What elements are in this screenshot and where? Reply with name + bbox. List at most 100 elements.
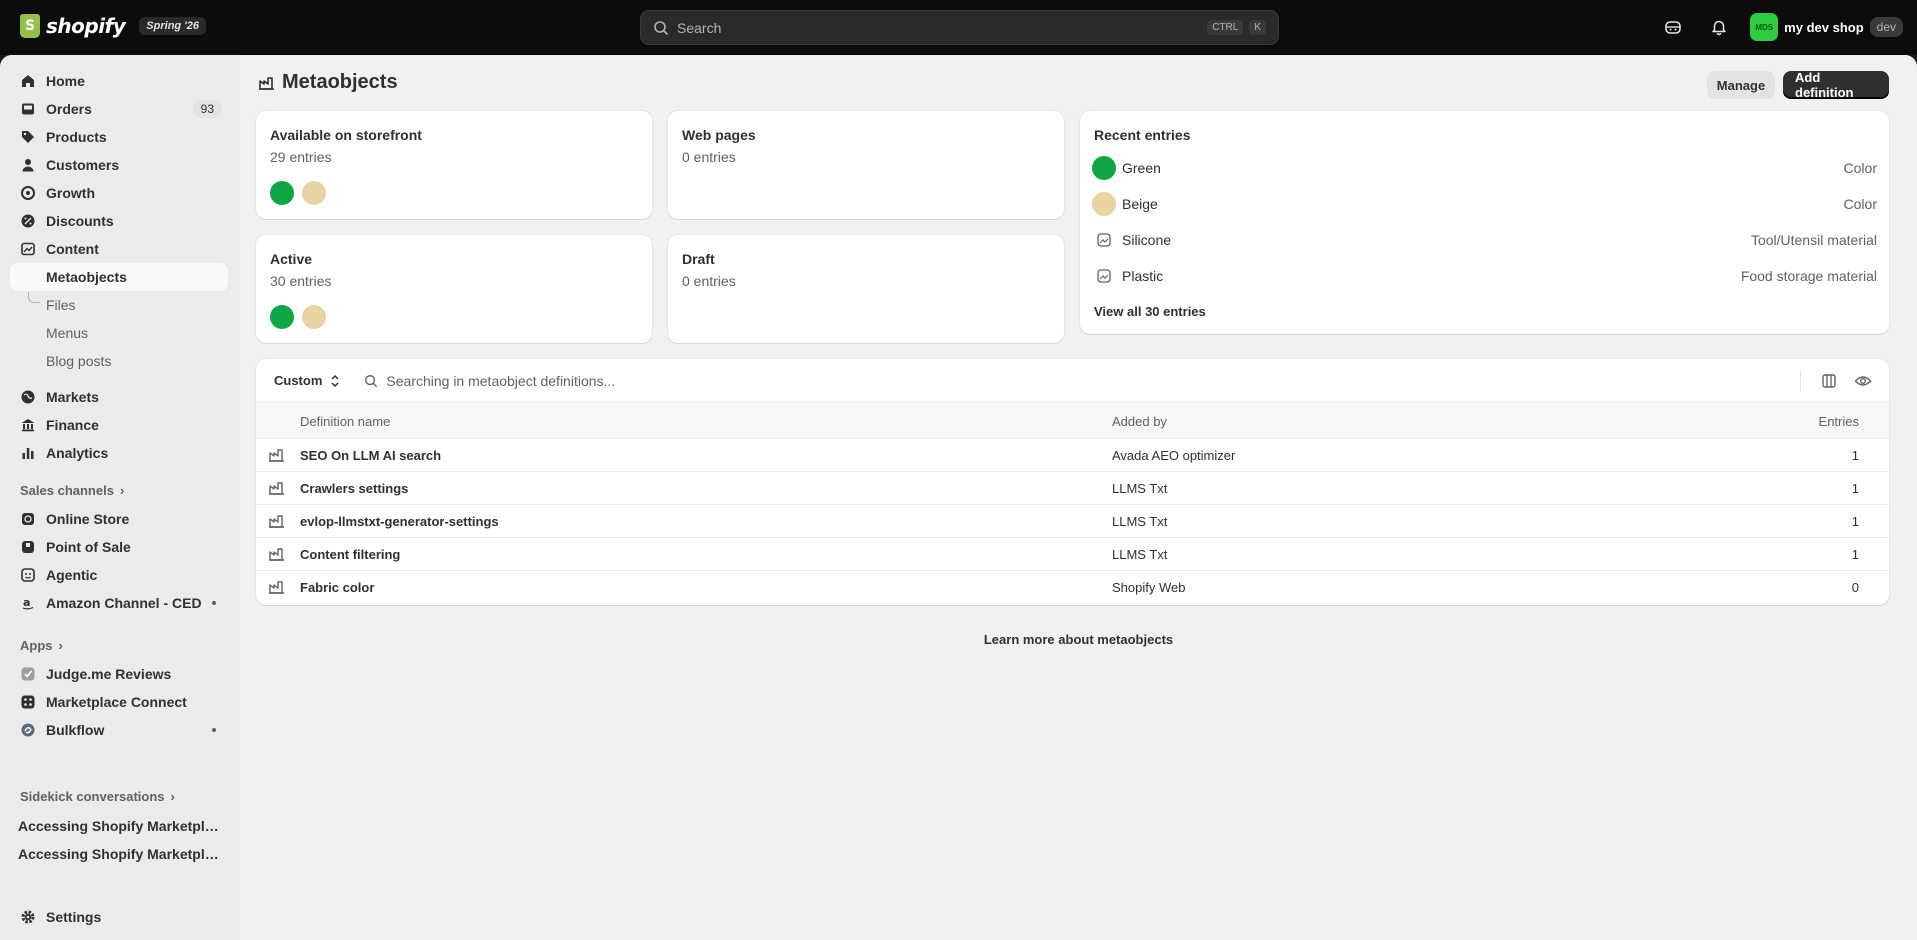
active-card[interactable]: Active 30 entries xyxy=(256,235,652,343)
view-select[interactable]: Custom xyxy=(268,369,346,392)
nav-bulkflow[interactable]: Bulkflow xyxy=(10,716,228,744)
nav-marketplace-connect[interactable]: Marketplace Connect xyxy=(10,688,228,716)
shopify-logo[interactable]: S shopify Spring '26 xyxy=(20,14,207,38)
nav-label: Customers xyxy=(46,157,120,173)
status-dot xyxy=(212,728,216,732)
nav-metaobjects[interactable]: Metaobjects xyxy=(10,263,228,291)
columns-icon[interactable] xyxy=(1817,369,1841,393)
edition-badge[interactable]: Spring '26 xyxy=(139,17,207,35)
chevron-right-icon: › xyxy=(170,789,175,804)
table-row[interactable]: SEO On LLM AI search Avada AEO optimizer… xyxy=(256,439,1889,472)
store-name: my dev shop xyxy=(1784,19,1864,35)
nav-analytics[interactable]: Analytics xyxy=(10,439,228,467)
entry-name: Green xyxy=(1122,160,1161,176)
chevron-right-icon: › xyxy=(119,483,125,498)
entry-name: Silicone xyxy=(1122,232,1172,248)
webpages-card[interactable]: Web pages 0 entries xyxy=(668,111,1064,219)
conversation-item[interactable]: Accessing Shopify Marketplac... xyxy=(18,846,224,862)
nav-menus[interactable]: Menus xyxy=(10,319,228,347)
nav-finance[interactable]: Finance xyxy=(10,411,228,439)
entries-count: 1 xyxy=(1851,481,1859,496)
entry-name: Plastic xyxy=(1122,268,1164,284)
definitions-table: Custom Searching in metaobject definitio… xyxy=(256,359,1889,605)
view-select-label: Custom xyxy=(274,373,323,388)
card-subtitle: 30 entries xyxy=(270,273,332,289)
nav-files[interactable]: Files xyxy=(10,291,228,319)
nav-orders[interactable]: Orders 93 xyxy=(10,95,228,123)
table-row[interactable]: Fabric color Shopify Web 0 xyxy=(256,571,1889,604)
nav-discounts[interactable]: Discounts xyxy=(10,207,228,235)
bell-icon[interactable] xyxy=(1704,12,1734,42)
nav-content[interactable]: Content xyxy=(10,235,228,263)
draft-card[interactable]: Draft 0 entries xyxy=(668,235,1064,343)
beige-swatch xyxy=(1092,192,1116,216)
store-switcher[interactable]: MDS my dev shop dev xyxy=(1750,13,1903,41)
nav-agentic[interactable]: Agentic xyxy=(10,561,228,589)
svg-text:a: a xyxy=(23,596,30,609)
kbd-ctrl: CTRL xyxy=(1207,20,1244,35)
table-header: Definition name Added by Entries xyxy=(256,403,1889,439)
section-label: Apps xyxy=(20,638,53,653)
section-label: Sidekick conversations xyxy=(20,789,165,804)
metaobjects-icon xyxy=(259,76,274,90)
inbox-icon xyxy=(20,101,36,117)
nav-customers[interactable]: Customers xyxy=(10,151,228,179)
sidekick-icon[interactable] xyxy=(1658,12,1688,42)
bank-icon xyxy=(20,417,36,433)
discount-icon xyxy=(20,213,36,229)
nav-settings[interactable]: Settings xyxy=(10,903,228,931)
table-row[interactable]: Crawlers settings LLMS Txt 1 xyxy=(256,472,1889,505)
recent-entry-row[interactable]: Beige Color xyxy=(1092,189,1877,219)
metaobject-icon xyxy=(269,548,284,561)
nav-amazon-channel[interactable]: a Amazon Channel - CED xyxy=(10,589,228,617)
nav-growth[interactable]: Growth xyxy=(10,179,228,207)
recent-entry-row[interactable]: Plastic Food storage material xyxy=(1092,261,1877,291)
entry-type: Color xyxy=(1843,196,1877,212)
recent-entries-card: Recent entries Green Color Beige Color S… xyxy=(1080,111,1889,334)
nav-label: Orders xyxy=(46,101,92,117)
added-by: Avada AEO optimizer xyxy=(1112,448,1236,463)
view-all-entries-link[interactable]: View all 30 entries xyxy=(1094,304,1206,319)
agentic-icon xyxy=(20,567,36,583)
manage-button[interactable]: Manage xyxy=(1707,71,1775,99)
table-row[interactable]: evlop-llmstxt-generator-settings LLMS Tx… xyxy=(256,505,1889,538)
learn-more-link[interactable]: Learn more about metaobjects xyxy=(240,632,1917,647)
sidebar: Home Orders 93 Products Customers Growth… xyxy=(0,55,240,940)
top-right-controls: MDS my dev shop dev xyxy=(1658,12,1903,42)
nav-home[interactable]: Home xyxy=(10,67,228,95)
table-row[interactable]: Content filtering LLMS Txt 1 xyxy=(256,538,1889,571)
add-definition-button[interactable]: Add definition xyxy=(1783,70,1889,100)
metaobject-icon xyxy=(269,449,284,462)
nav-markets[interactable]: Markets xyxy=(10,383,228,411)
nav-label: Discounts xyxy=(46,213,114,229)
store-tag: dev xyxy=(1869,17,1903,37)
nav-label: Judge.me Reviews xyxy=(46,666,172,682)
global-search-input[interactable]: Search CTRL K xyxy=(640,10,1279,45)
bar-chart-icon xyxy=(20,445,36,461)
nav-blog-posts[interactable]: Blog posts xyxy=(10,347,228,375)
nav-judgeme[interactable]: Judge.me Reviews xyxy=(10,660,228,688)
sales-channels-header[interactable]: Sales channels › xyxy=(20,483,124,498)
recent-entry-row[interactable]: Silicone Tool/Utensil material xyxy=(1092,225,1877,255)
kbd-k: K xyxy=(1249,20,1266,35)
apps-header[interactable]: Apps › xyxy=(20,638,63,653)
page-title-text: Metaobjects xyxy=(282,71,398,93)
card-title: Web pages xyxy=(682,127,756,143)
page-title: Metaobjects xyxy=(258,71,398,94)
conversation-item[interactable]: Accessing Shopify Marketplac... xyxy=(18,818,224,834)
eye-icon[interactable] xyxy=(1851,369,1875,393)
definition-name: Content filtering xyxy=(300,547,401,562)
recent-entry-row[interactable]: Green Color xyxy=(1092,153,1877,183)
select-arrows-icon xyxy=(331,374,339,387)
nav-products[interactable]: Products xyxy=(10,123,228,151)
search-placeholder: Search xyxy=(677,19,722,36)
sidekick-conversations-header[interactable]: Sidekick conversations › xyxy=(20,789,175,804)
nav-point-of-sale[interactable]: Point of Sale xyxy=(10,533,228,561)
entries-count: 1 xyxy=(1851,514,1859,529)
entry-name: Beige xyxy=(1122,196,1158,212)
entry-type: Food storage material xyxy=(1740,268,1877,284)
nav-online-store[interactable]: Online Store xyxy=(10,505,228,533)
definitions-search-input[interactable]: Searching in metaobject definitions... xyxy=(364,373,615,389)
green-swatch xyxy=(1092,156,1116,180)
storefront-card[interactable]: Available on storefront 29 entries xyxy=(256,111,652,219)
